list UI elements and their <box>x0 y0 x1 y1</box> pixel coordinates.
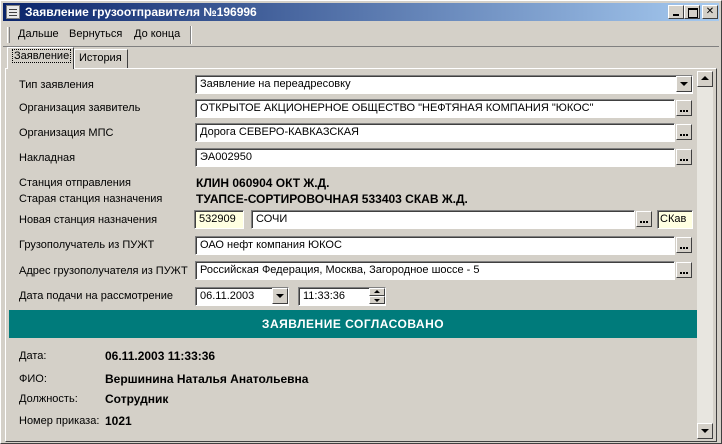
application-window: Заявление грузоотправителя №196996 ✕ Дал… <box>0 0 722 444</box>
scroll-down-button[interactable] <box>697 423 713 439</box>
tab-statement-label: Заявление <box>12 49 72 63</box>
type-select[interactable]: Заявление на переадресовку <box>195 75 693 94</box>
consignee-address-label: Адрес грузополучателя из ПУЖТ <box>19 265 188 277</box>
new-destination-code-field[interactable]: 532909 <box>194 210 244 229</box>
scroll-up-button[interactable] <box>697 71 713 87</box>
time-spin-down-icon[interactable] <box>369 296 385 304</box>
old-destination-label: Старая станция назначения <box>19 193 163 205</box>
org-applicant-label: Организация заявитель <box>19 102 141 114</box>
type-value: Заявление на переадресовку <box>200 78 351 90</box>
org-applicant-browse-button[interactable] <box>676 100 692 116</box>
consignee-field[interactable]: ОАО нефт компания ЮКОС <box>195 236 675 255</box>
vertical-scrollbar[interactable] <box>697 71 713 439</box>
status-banner: ЗАЯВЛЕНИЕ СОГЛАСОВАНО <box>9 310 697 338</box>
type-label: Тип заявления <box>19 79 94 91</box>
menu-next[interactable]: Дальше <box>18 28 59 40</box>
minimize-button[interactable] <box>668 5 684 19</box>
org-mps-field[interactable]: Дорога СЕВЕРО-КАВКАЗСКАЯ <box>195 123 675 142</box>
new-destination-road-field[interactable]: СКав <box>657 210 693 229</box>
approval-order-label: Номер приказа: <box>19 415 100 427</box>
maximize-button[interactable] <box>684 5 700 19</box>
approval-position-label: Должность: <box>19 393 78 405</box>
menu-bar: Дальше Вернуться До конца <box>3 23 719 47</box>
chevron-down-icon[interactable] <box>676 76 692 92</box>
waybill-browse-button[interactable] <box>676 149 692 165</box>
consignee-address-browse-button[interactable] <box>676 262 692 278</box>
menu-to-end[interactable]: До конца <box>134 28 180 40</box>
new-destination-browse-button[interactable] <box>636 211 652 227</box>
departure-label: Станция отправления <box>19 177 131 189</box>
new-destination-label: Новая станция назначения <box>19 214 158 226</box>
consignee-label: Грузополучатель из ПУЖТ <box>19 239 155 251</box>
departure-value: КЛИН 060904 ОКТ Ж.Д. <box>196 176 330 190</box>
submit-date-value: 06.11.2003 <box>200 290 255 302</box>
approval-name-label: ФИО: <box>19 373 47 385</box>
title-bar[interactable]: Заявление грузоотправителя №196996 ✕ <box>3 3 719 21</box>
close-button[interactable]: ✕ <box>702 5 718 19</box>
approval-position-value: Сотрудник <box>105 392 169 406</box>
consignee-browse-button[interactable] <box>676 237 692 253</box>
org-applicant-field[interactable]: ОТКРЫТОЕ АКЦИОНЕРНОЕ ОБЩЕСТВО "НЕФТЯНАЯ … <box>195 99 675 118</box>
document-icon <box>6 5 20 19</box>
waybill-field[interactable]: ЭА002950 <box>195 148 675 167</box>
tab-statement[interactable]: Заявление <box>7 47 74 69</box>
approval-order-value: 1021 <box>105 414 132 428</box>
time-spin-up-icon[interactable] <box>369 288 385 296</box>
org-mps-label: Организация МПС <box>19 127 114 139</box>
consignee-address-field[interactable]: Российская Федерация, Москва, Загородное… <box>195 261 675 280</box>
waybill-label: Накладная <box>19 152 76 164</box>
menu-separator <box>190 26 192 44</box>
toolbar-grip[interactable] <box>7 27 10 43</box>
approval-date-label: Дата: <box>19 350 47 362</box>
menu-back[interactable]: Вернуться <box>69 28 122 40</box>
approval-name-value: Вершинина Наталья Анатольевна <box>105 372 309 386</box>
new-destination-name-field[interactable]: СОЧИ <box>251 210 635 229</box>
old-destination-value: ТУАПСЕ-СОРТИРОВОЧНАЯ 533403 СКАВ Ж.Д. <box>196 192 468 206</box>
approval-date-value: 06.11.2003 11:33:36 <box>105 349 216 363</box>
tab-history[interactable]: История <box>74 49 128 69</box>
window-title: Заявление грузоотправителя №196996 <box>25 5 257 19</box>
submit-date-label: Дата подачи на рассмотрение <box>19 290 174 302</box>
org-mps-browse-button[interactable] <box>676 124 692 140</box>
date-dropdown-icon[interactable] <box>272 288 288 304</box>
